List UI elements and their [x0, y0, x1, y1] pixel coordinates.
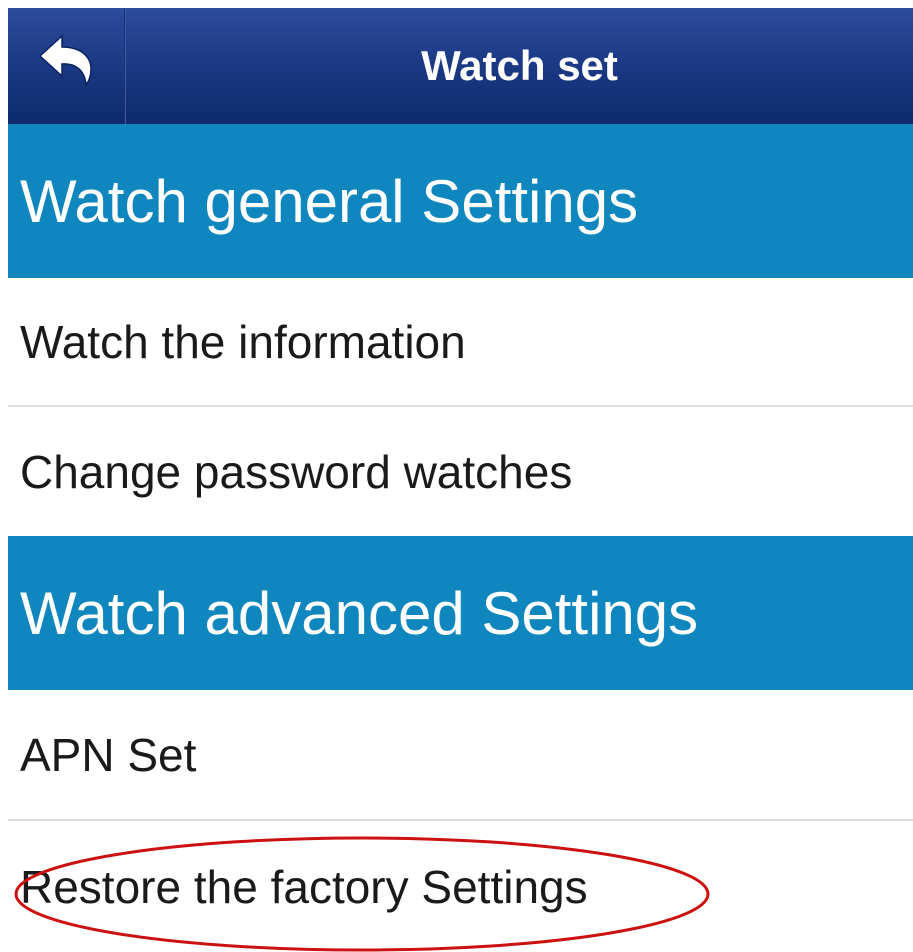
list-item-watch-information[interactable]: Watch the information [8, 278, 913, 405]
back-arrow-icon [36, 32, 96, 101]
title-bar: Watch set [8, 8, 913, 124]
list-item-apn-set[interactable]: APN Set [8, 690, 913, 819]
back-button[interactable] [8, 8, 124, 124]
list-item-restore-factory-settings[interactable]: Restore the factory Settings [8, 821, 913, 952]
list-item-change-password[interactable]: Change password watches [8, 407, 913, 536]
watch-settings-screen: Watch set Watch general Settings Watch t… [8, 8, 913, 952]
section-header-general: Watch general Settings [8, 124, 913, 278]
page-title: Watch set [421, 42, 618, 89]
section-header-advanced: Watch advanced Settings [8, 536, 913, 690]
